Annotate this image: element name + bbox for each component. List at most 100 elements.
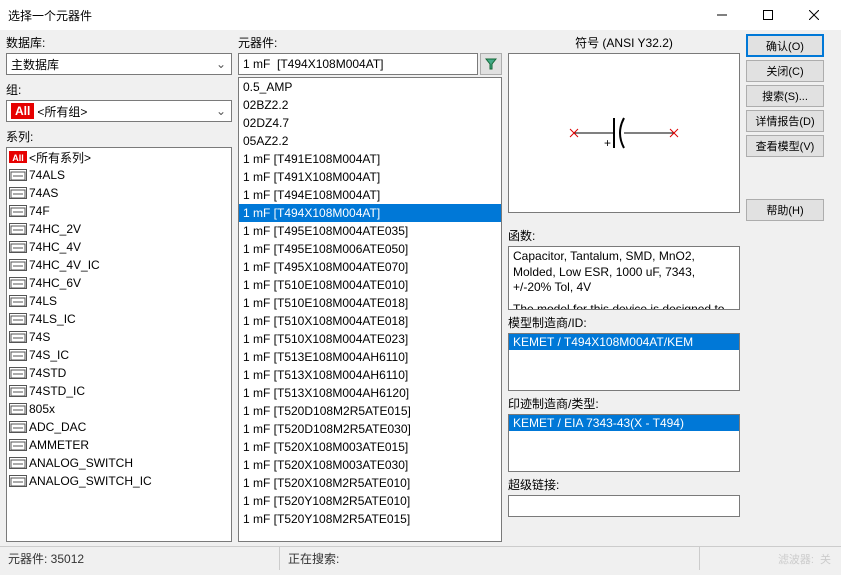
series-item[interactable]: 74HC_4V_IC (7, 256, 231, 274)
component-item[interactable]: 1 mF [T491X108M004AT] (239, 168, 501, 186)
component-item[interactable]: 1 mF [T510X108M004ATE023] (239, 330, 501, 348)
component-item[interactable]: 1 mF [T520Y108M2R5ATE015] (239, 510, 501, 528)
component-item[interactable]: 1 mF [T510E108M004ATE018] (239, 294, 501, 312)
component-item[interactable]: 1 mF [T494E108M004AT] (239, 186, 501, 204)
footprint-mfr-listbox[interactable]: KEMET / EIA 7343-43(X - T494) (508, 414, 740, 472)
series-item-label: <所有系列> (29, 149, 91, 166)
help-button[interactable]: 帮助(H) (746, 199, 824, 221)
series-item[interactable]: AMMETER (7, 436, 231, 454)
ok-button[interactable]: 确认(O) (746, 34, 824, 57)
database-dropdown[interactable]: 主数据库 ⌄ (6, 53, 232, 75)
series-item[interactable]: 74STD_IC (7, 382, 231, 400)
series-icon (9, 474, 27, 488)
database-label: 数据库: (6, 34, 232, 51)
group-dropdown[interactable]: All <所有组> ⌄ (6, 100, 232, 122)
series-item[interactable]: 74HC_6V (7, 274, 231, 292)
series-icon (9, 258, 27, 272)
component-item[interactable]: 1 mF [T520X108M003ATE030] (239, 456, 501, 474)
maximize-button[interactable] (745, 0, 791, 30)
series-item[interactable]: ANALOG_SWITCH (7, 454, 231, 472)
series-icon (9, 204, 27, 218)
footprint-mfr-label: 印迹制造商/类型: (508, 395, 740, 412)
series-icon (9, 348, 27, 362)
series-item[interactable]: 74LS_IC (7, 310, 231, 328)
series-icon (9, 222, 27, 236)
search-button[interactable]: 搜索(S)... (746, 85, 824, 107)
component-item[interactable]: 1 mF [T495E108M006ATE050] (239, 240, 501, 258)
series-item[interactable]: 74ALS (7, 166, 231, 184)
series-item-label: 74AS (29, 186, 58, 200)
component-item[interactable]: 1 mF [T513X108M004AH6110] (239, 366, 501, 384)
series-item[interactable]: 74F (7, 202, 231, 220)
function-textarea[interactable]: Capacitor, Tantalum, SMD, MnO2, Molded, … (508, 246, 740, 310)
series-item-label: ANALOG_SWITCH_IC (29, 474, 152, 488)
database-value: 主数据库 (11, 56, 213, 73)
component-item[interactable]: 1 mF [T513E108M004AH6110] (239, 348, 501, 366)
hyperlink-label: 超级链接: (508, 476, 740, 493)
component-item[interactable]: 1 mF [T491E108M004AT] (239, 150, 501, 168)
title-bar: 选择一个元器件 (0, 0, 841, 30)
series-item[interactable]: ANALOG_SWITCH_IC (7, 472, 231, 490)
window-title: 选择一个元器件 (8, 7, 699, 24)
hyperlink-input[interactable] (508, 495, 740, 517)
component-item[interactable]: 1 mF [T513X108M004AH6120] (239, 384, 501, 402)
series-icon (9, 168, 27, 182)
series-item-label: ADC_DAC (29, 420, 86, 434)
series-icon (9, 240, 27, 254)
view-model-button[interactable]: 查看模型(V) (746, 135, 824, 157)
series-item[interactable]: 74S (7, 328, 231, 346)
component-label: 元器件: (238, 34, 502, 51)
component-item[interactable]: 1 mF [T520Y108M2R5ATE010] (239, 492, 501, 510)
series-item[interactable]: 74AS (7, 184, 231, 202)
series-item-label: 74STD_IC (29, 384, 85, 398)
function-label: 函数: (508, 227, 740, 244)
component-item[interactable]: 1 mF [T510X108M004ATE018] (239, 312, 501, 330)
symbol-header: 符号 (ANSI Y32.2) (508, 34, 740, 51)
series-item-label: 74LS (29, 294, 57, 308)
series-item[interactable]: 74S_IC (7, 346, 231, 364)
series-icon (9, 420, 27, 434)
series-icon (9, 186, 27, 200)
component-item[interactable]: 1 mF [T520X108M2R5ATE010] (239, 474, 501, 492)
component-item[interactable]: 1 mF [T510E108M004ATE010] (239, 276, 501, 294)
close-button[interactable]: 关闭(C) (746, 60, 824, 82)
series-item[interactable]: 805x (7, 400, 231, 418)
component-item[interactable]: 1 mF [T520D108M2R5ATE015] (239, 402, 501, 420)
component-item[interactable]: 05AZ2.2 (239, 132, 501, 150)
series-label: 系列: (6, 128, 232, 145)
detail-report-button[interactable]: 详情报告(D) (746, 110, 824, 132)
component-item[interactable]: 1 mF [T495X108M004ATE070] (239, 258, 501, 276)
series-item[interactable]: 74LS (7, 292, 231, 310)
component-item[interactable]: 1 mF [T520D108M2R5ATE030] (239, 420, 501, 438)
close-window-button[interactable] (791, 0, 837, 30)
model-mfr-value[interactable]: KEMET / T494X108M004AT/KEM (509, 334, 739, 350)
series-item-label: 74ALS (29, 168, 65, 182)
component-item[interactable]: 1 mF [T494X108M004AT] (239, 204, 501, 222)
status-count: 元器件: 35012 (0, 547, 280, 570)
series-icon (9, 366, 27, 380)
minimize-button[interactable] (699, 0, 745, 30)
footprint-mfr-value[interactable]: KEMET / EIA 7343-43(X - T494) (509, 415, 739, 431)
component-item[interactable]: 02BZ2.2 (239, 96, 501, 114)
series-icon (9, 456, 27, 470)
component-item[interactable]: 02DZ4.7 (239, 114, 501, 132)
component-item[interactable]: 0.5_AMP (239, 78, 501, 96)
status-filter-state: 关 (820, 551, 831, 567)
series-item[interactable]: 74STD (7, 364, 231, 382)
series-item[interactable]: 74HC_4V (7, 238, 231, 256)
component-search-input[interactable] (238, 53, 478, 75)
series-item[interactable]: All<所有系列> (7, 148, 231, 166)
series-item-label: 74LS_IC (29, 312, 76, 326)
all-icon: All (9, 150, 27, 164)
component-item[interactable]: 1 mF [T495E108M004ATE035] (239, 222, 501, 240)
series-item-label: 74S (29, 330, 50, 344)
component-item[interactable]: 1 mF [T520X108M003ATE015] (239, 438, 501, 456)
model-mfr-listbox[interactable]: KEMET / T494X108M004AT/KEM (508, 333, 740, 391)
series-item[interactable]: ADC_DAC (7, 418, 231, 436)
filter-button[interactable] (480, 53, 502, 75)
series-item[interactable]: 74HC_2V (7, 220, 231, 238)
series-item-label: 74HC_6V (29, 276, 81, 290)
status-filter-label: 滤波器: (778, 551, 814, 567)
series-listbox[interactable]: All<所有系列>74ALS74AS74F74HC_2V74HC_4V74HC_… (6, 147, 232, 542)
component-listbox[interactable]: 0.5_AMP02BZ2.202DZ4.705AZ2.21 mF [T491E1… (238, 77, 502, 542)
